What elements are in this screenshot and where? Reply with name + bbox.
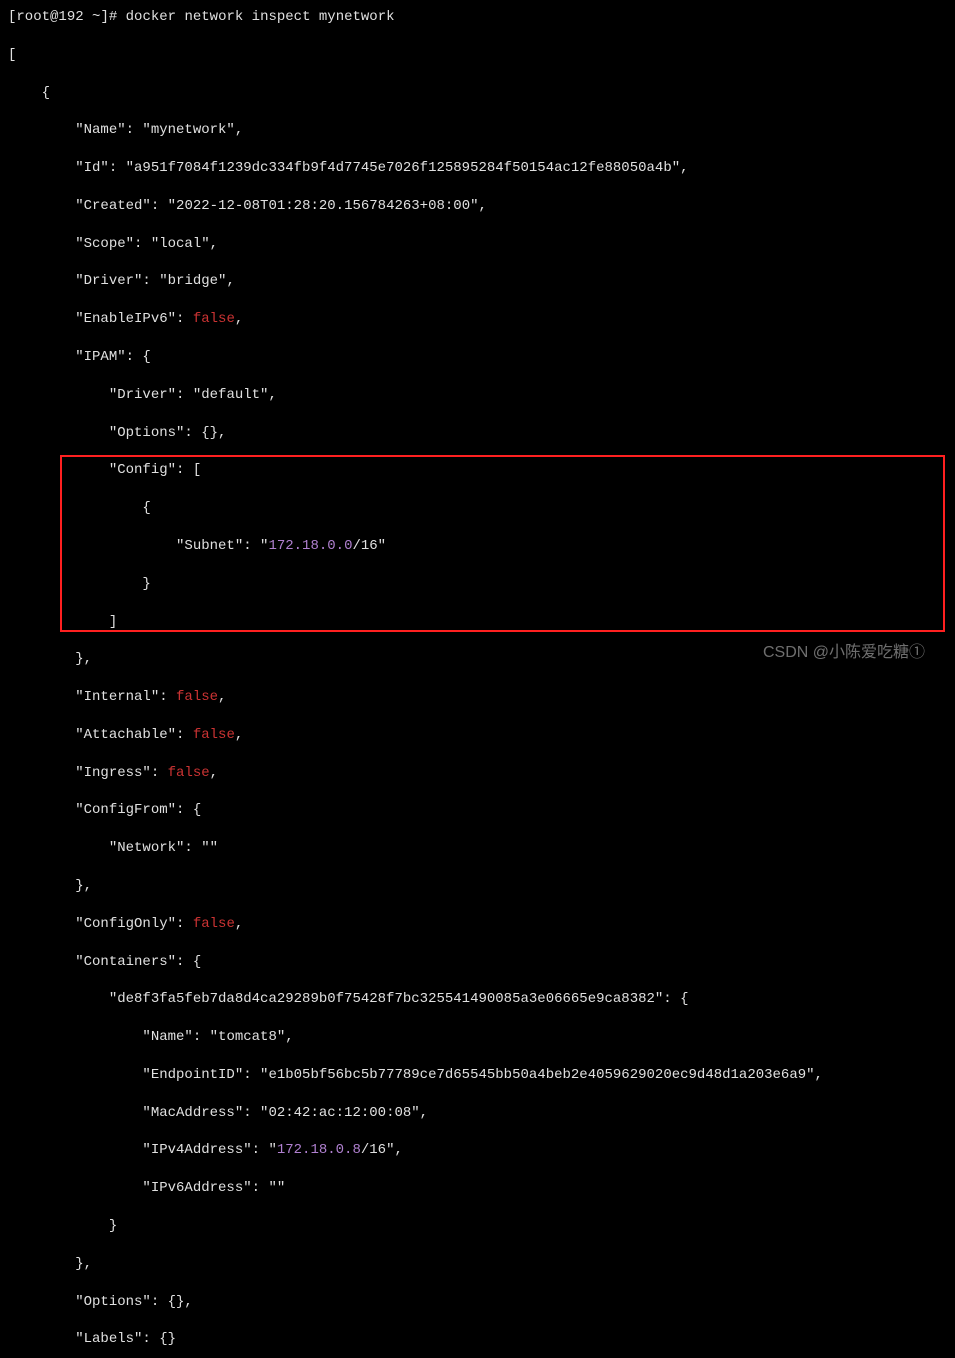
json-key: "Subnet": ": [8, 538, 268, 554]
json-key: "ConfigOnly":: [8, 916, 193, 932]
json-line: "EnableIPv6": false,: [8, 310, 947, 329]
json-line: },: [8, 877, 947, 896]
json-key: "Created":: [8, 198, 168, 214]
command-prompt: [root@192 ~]# docker network inspect myn…: [8, 8, 947, 27]
json-key: "Name":: [8, 122, 142, 138]
json-line: "Driver": "bridge",: [8, 272, 947, 291]
json-line: "Attachable": false,: [8, 726, 947, 745]
watermark: CSDN @小陈爱吃糖①: [763, 642, 925, 664]
json-line: "IPv4Address": "172.18.0.8/16",: [8, 1141, 947, 1160]
json-line: },: [8, 1255, 947, 1274]
json-line: "ConfigFrom": {: [8, 801, 947, 820]
json-key: "Name":: [8, 1029, 210, 1045]
json-line: }: [8, 1217, 947, 1236]
json-value: "default",: [193, 387, 277, 403]
json-line: "Network": "": [8, 839, 947, 858]
json-line: "Scope": "local",: [8, 235, 947, 254]
user-host: root@192: [16, 9, 83, 25]
json-line: "Options": {},: [8, 424, 947, 443]
ip-value: 172.18.0.8: [277, 1142, 361, 1158]
json-value: "e1b05bf56bc5b77789ce7d65545bb50a4beb2e4…: [260, 1067, 823, 1083]
false-value: false: [168, 765, 210, 781]
json-value: "mynetwork",: [142, 122, 243, 138]
json-key: "IPv4Address": ": [8, 1142, 277, 1158]
json-output: [ { "Name": "mynetwork", "Id": "a951f708…: [8, 27, 947, 1358]
json-value: "a951f7084f1239dc334fb9f4d7745e7026f1258…: [126, 160, 689, 176]
json-key: "MacAddress":: [8, 1105, 260, 1121]
false-value: false: [176, 689, 218, 705]
json-value: "2022-12-08T01:28:20.156784263+08:00",: [168, 198, 487, 214]
false-value: false: [193, 916, 235, 932]
json-key: "EndpointID":: [8, 1067, 260, 1083]
json-line: {: [8, 84, 947, 103]
json-line: "Driver": "default",: [8, 386, 947, 405]
terminal-output: [root@192 ~]# docker network inspect myn…: [8, 8, 947, 1358]
json-value: "bridge",: [159, 273, 235, 289]
json-line: "Internal": false,: [8, 688, 947, 707]
json-line: "Ingress": false,: [8, 764, 947, 783]
json-line: ]: [8, 613, 947, 632]
false-value: false: [193, 311, 235, 327]
json-key: "Driver":: [8, 387, 193, 403]
json-line: "ConfigOnly": false,: [8, 915, 947, 934]
json-line: "IPAM": {: [8, 348, 947, 367]
json-key: "Attachable":: [8, 727, 193, 743]
json-key: "EnableIPv6":: [8, 311, 193, 327]
json-line: "Subnet": "172.18.0.0/16": [8, 537, 947, 556]
json-key: "Internal":: [8, 689, 176, 705]
json-key: "Ingress":: [8, 765, 168, 781]
json-key: "Id":: [8, 160, 126, 176]
json-line: "Containers": {: [8, 953, 947, 972]
ip-value: 172.18.0.0: [268, 538, 352, 554]
json-line: {: [8, 499, 947, 518]
prompt-symbol: ]#: [100, 9, 117, 25]
json-line: "Id": "a951f7084f1239dc334fb9f4d7745e702…: [8, 159, 947, 178]
json-value: /16",: [361, 1142, 403, 1158]
json-line: "Created": "2022-12-08T01:28:20.15678426…: [8, 197, 947, 216]
json-value: "local",: [151, 236, 218, 252]
json-line: }: [8, 575, 947, 594]
json-value: /16": [352, 538, 386, 554]
json-key: "Scope":: [8, 236, 151, 252]
false-value: false: [193, 727, 235, 743]
json-line: "IPv6Address": "": [8, 1179, 947, 1198]
json-key: "Driver":: [8, 273, 159, 289]
json-line: "Name": "tomcat8",: [8, 1028, 947, 1047]
json-line: "Config": [: [8, 461, 947, 480]
json-line: "Labels": {}: [8, 1330, 947, 1349]
json-line: "Name": "mynetwork",: [8, 121, 947, 140]
json-line: "de8f3fa5feb7da8d4ca29289b0f75428f7bc325…: [8, 990, 947, 1009]
json-line: "EndpointID": "e1b05bf56bc5b77789ce7d655…: [8, 1066, 947, 1085]
json-value: "tomcat8",: [210, 1029, 294, 1045]
json-line: [: [8, 46, 947, 65]
json-line: "MacAddress": "02:42:ac:12:00:08",: [8, 1104, 947, 1123]
command-text: docker network inspect mynetwork: [126, 9, 395, 25]
json-value: "02:42:ac:12:00:08",: [260, 1105, 428, 1121]
json-line: "Options": {},: [8, 1293, 947, 1312]
